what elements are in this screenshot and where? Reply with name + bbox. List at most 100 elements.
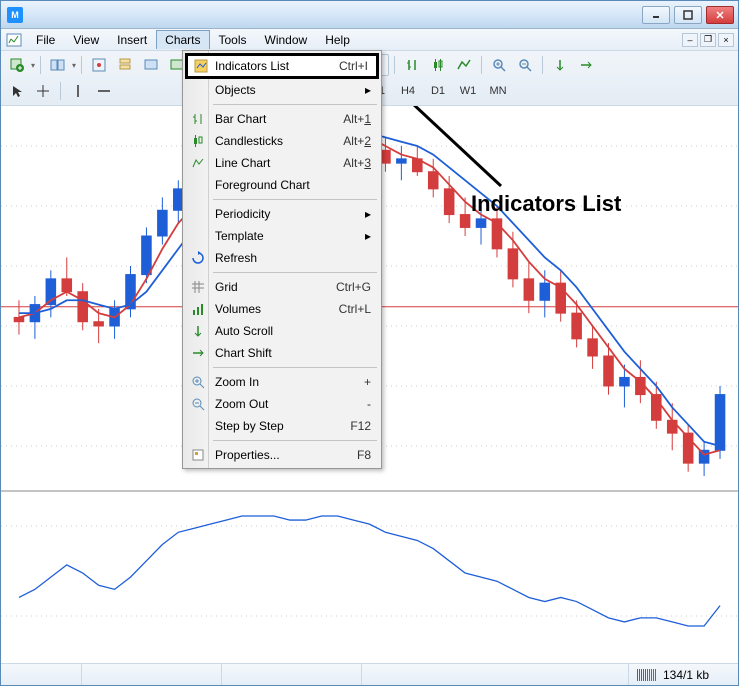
connection-icon [637,669,657,681]
menu-window[interactable]: Window [256,30,317,50]
menu-help[interactable]: Help [316,30,359,50]
line-chart-icon [190,155,206,171]
menu-foreground-chart-label: Foreground Chart [215,178,310,192]
menu-refresh-label: Refresh [215,251,257,265]
menu-properties-shortcut: F8 [357,448,379,462]
kb-label: 134/1 kb [663,668,709,682]
crosshair-button[interactable] [31,80,55,102]
cursor-button[interactable] [5,80,29,102]
menu-zoom-out[interactable]: Zoom Out - [185,393,379,415]
zoom-out-icon [190,396,206,412]
bar-chart-button[interactable] [400,54,424,76]
tf-w1[interactable]: W1 [454,82,482,100]
menu-volumes-shortcut: Ctrl+L [339,302,379,316]
menu-file[interactable]: File [27,30,64,50]
menu-periodicity[interactable]: Periodicity ▸ [185,203,379,225]
maximize-button[interactable] [674,6,702,24]
menu-periodicity-label: Periodicity [215,207,270,221]
menu-zoom-in[interactable]: Zoom In + [185,371,379,393]
chart-shift-icon [190,345,206,361]
terminal-button[interactable] [139,54,163,76]
chart-doc-icon [5,32,23,48]
menu-candlesticks-shortcut: Alt+2 [343,134,379,148]
properties-icon [190,447,206,463]
zoom-in-button[interactable] [487,54,511,76]
menu-line-chart-label: Line Chart [215,156,270,170]
menu-properties-label: Properties... [215,448,280,462]
tf-d1[interactable]: D1 [424,82,452,100]
menu-bar-chart-shortcut: Alt+1 [343,112,379,126]
statusbar: 134/1 kb [1,663,738,685]
tf-mn[interactable]: MN [484,82,512,100]
menu-indicators-list-shortcut: Ctrl+I [339,59,376,73]
menu-volumes-label: Volumes [215,302,261,316]
menu-tools[interactable]: Tools [210,30,256,50]
menu-grid-shortcut: Ctrl+G [336,280,379,294]
navigator-button[interactable] [113,54,137,76]
horizontal-line-button[interactable] [92,80,116,102]
menu-bar-chart[interactable]: Bar Chart Alt+1 [185,108,379,130]
menu-template-label: Template [215,229,264,243]
app-window: M File View Insert Charts Tools Window H… [0,0,739,686]
market-watch-button[interactable] [87,54,111,76]
mdi-restore-button[interactable]: ❐ [700,33,716,47]
new-chart-button[interactable] [5,54,29,76]
menu-chart-shift[interactable]: Chart Shift [185,342,379,364]
menu-objects[interactable]: Objects ▸ [185,79,379,101]
minimize-button[interactable] [642,6,670,24]
menu-indicators-list-label: Indicators List [215,59,289,73]
submenu-arrow-icon: ▸ [365,229,379,243]
menu-grid-label: Grid [215,280,238,294]
menu-view[interactable]: View [64,30,108,50]
refresh-icon [190,250,206,266]
auto-scroll-icon [190,323,206,339]
close-button[interactable] [706,6,734,24]
annotation-label: Indicators List [471,191,621,217]
menu-zoom-out-shortcut: - [367,397,379,411]
zoom-out-button[interactable] [513,54,537,76]
profiles-button[interactable] [46,54,70,76]
vertical-line-button[interactable] [66,80,90,102]
menu-insert[interactable]: Insert [108,30,156,50]
menu-step-by-step-shortcut: F12 [350,419,379,433]
menu-zoom-out-label: Zoom Out [215,397,268,411]
line-chart-button[interactable] [452,54,476,76]
menu-chart-shift-label: Chart Shift [215,346,272,360]
mdi-minimize-button[interactable]: – [682,33,698,47]
bar-chart-icon [190,111,206,127]
menu-template[interactable]: Template ▸ [185,225,379,247]
zoom-in-icon [190,374,206,390]
menu-grid[interactable]: Grid Ctrl+G [185,276,379,298]
charts-menu-dropdown: Indicators List Ctrl+I Objects ▸ Bar Cha… [182,50,382,469]
menu-refresh[interactable]: Refresh [185,247,379,269]
menu-foreground-chart[interactable]: Foreground Chart [185,174,379,196]
menu-candlesticks[interactable]: Candlesticks Alt+2 [185,130,379,152]
menu-auto-scroll-label: Auto Scroll [215,324,273,338]
chart-shift-button[interactable] [574,54,598,76]
submenu-arrow-icon: ▸ [365,83,379,97]
menu-zoom-in-shortcut: + [364,375,379,389]
tf-h4[interactable]: H4 [394,82,422,100]
auto-scroll-button[interactable] [548,54,572,76]
submenu-arrow-icon: ▸ [365,207,379,221]
menu-auto-scroll[interactable]: Auto Scroll [185,320,379,342]
menu-line-chart[interactable]: Line Chart Alt+3 [185,152,379,174]
mdi-close-button[interactable]: × [718,33,734,47]
menu-charts[interactable]: Charts [156,30,209,49]
indicators-list-icon [193,58,209,74]
menu-step-by-step-label: Step by Step [215,419,284,433]
menu-bar-chart-label: Bar Chart [215,112,266,126]
menu-properties[interactable]: Properties... F8 [185,444,379,466]
menubar: File View Insert Charts Tools Window Hel… [1,29,738,51]
titlebar: M [1,1,738,29]
menu-volumes[interactable]: Volumes Ctrl+L [185,298,379,320]
grid-icon [190,279,206,295]
menu-zoom-in-label: Zoom In [215,375,259,389]
candlestick-button[interactable] [426,54,450,76]
menu-objects-label: Objects [215,83,256,97]
candlesticks-icon [190,133,206,149]
app-icon: M [7,7,23,23]
menu-indicators-list[interactable]: Indicators List Ctrl+I [185,53,379,79]
menu-step-by-step[interactable]: Step by Step F12 [185,415,379,437]
menu-candlesticks-label: Candlesticks [215,134,283,148]
